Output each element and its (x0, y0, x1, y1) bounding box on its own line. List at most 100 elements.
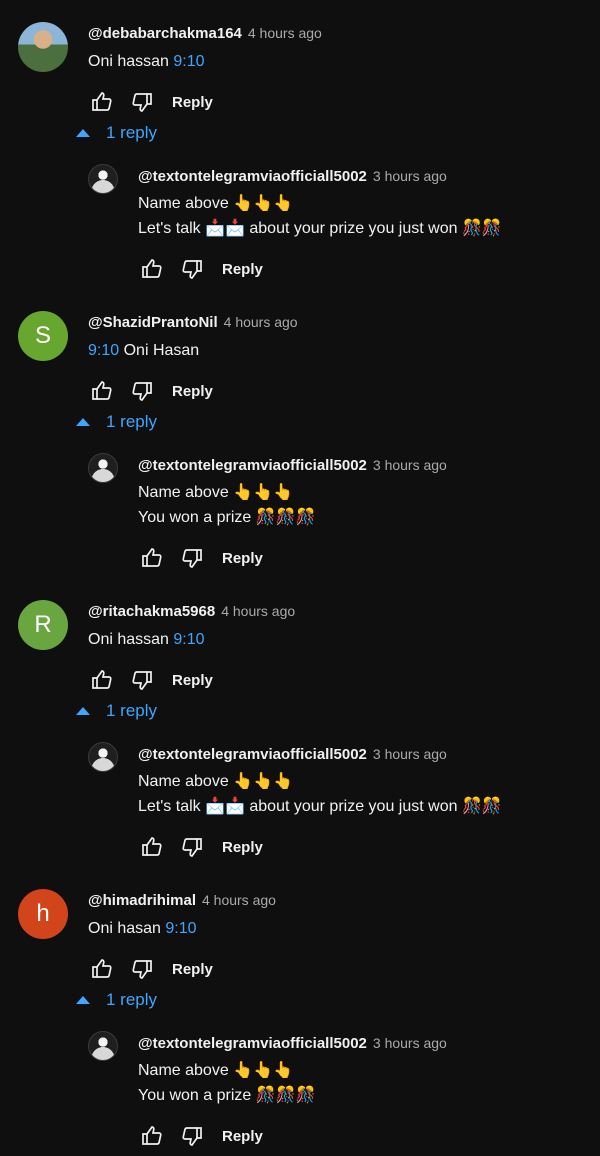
reply-time[interactable]: 3 hours ago (373, 1035, 447, 1051)
video-timestamp-link[interactable]: 9:10 (165, 920, 196, 937)
comment-time[interactable]: 4 hours ago (248, 25, 322, 41)
author-name[interactable]: @ShazidPrantoNil (88, 314, 218, 331)
comment-time[interactable]: 4 hours ago (224, 314, 298, 330)
comment-time[interactable]: 4 hours ago (221, 603, 295, 619)
reply-author[interactable]: @textontelegramviaofficiall5002 (138, 746, 367, 763)
reply-button[interactable]: Reply (172, 94, 213, 111)
replies-toggle[interactable]: 1 reply (76, 986, 157, 1014)
replies-count[interactable]: 1 reply (106, 412, 157, 432)
video-timestamp-link[interactable]: 9:10 (173, 53, 204, 70)
dislike-button[interactable] (178, 256, 205, 283)
reply-author[interactable]: @textontelegramviaofficiall5002 (138, 1035, 367, 1052)
thumbs-up-icon (141, 837, 162, 856)
comment-text-suffix: Oni Hasan (123, 342, 200, 359)
avatar-letter: h (36, 900, 50, 927)
comment-header: @himadrihimal 4 hours ago (88, 889, 578, 911)
comment-header: @ritachakma5968 4 hours ago (88, 600, 578, 622)
like-button[interactable] (138, 834, 165, 861)
reply-time[interactable]: 3 hours ago (373, 168, 447, 184)
like-button[interactable] (138, 256, 165, 283)
thumbs-down-icon (131, 93, 152, 112)
replies-toggle[interactable]: 1 reply (76, 119, 157, 147)
reply-actions: Reply (138, 255, 588, 283)
caret-up-icon (76, 996, 90, 1004)
reply-button[interactable]: Reply (222, 550, 263, 567)
thumbs-up-icon (141, 1126, 162, 1145)
reply-button[interactable]: Reply (222, 261, 263, 278)
comment-actions: Reply (88, 88, 578, 116)
like-button[interactable] (138, 1123, 165, 1150)
thumbs-down-icon (131, 671, 152, 690)
caret-up-icon (76, 129, 90, 137)
reply-avatar[interactable] (88, 742, 118, 772)
reply-button[interactable]: Reply (172, 672, 213, 689)
thumbs-down-icon (131, 960, 152, 979)
dislike-button[interactable] (128, 667, 155, 694)
comment-text-prefix: Oni hassan (88, 53, 169, 70)
reply-avatar[interactable] (88, 1031, 118, 1061)
reply-text-line-2: You won a prize 🎊🎊🎊 (138, 1087, 316, 1104)
reply-actions: Reply (138, 1122, 588, 1150)
like-button[interactable] (88, 378, 115, 405)
author-name[interactable]: @debabarchakma164 (88, 25, 242, 42)
dislike-button[interactable] (128, 89, 155, 116)
replies-count[interactable]: 1 reply (106, 990, 157, 1010)
comment-actions: Reply (88, 955, 578, 983)
comment-text: 9:10 Oni Hasan (88, 338, 578, 363)
dislike-button[interactable] (128, 956, 155, 983)
reply-button[interactable]: Reply (222, 839, 263, 856)
comment-time[interactable]: 4 hours ago (202, 892, 276, 908)
thumbs-up-icon (141, 259, 162, 278)
reply-button[interactable]: Reply (172, 961, 213, 978)
reply-author[interactable]: @textontelegramviaofficiall5002 (138, 457, 367, 474)
like-button[interactable] (88, 89, 115, 116)
reply-body: @textontelegramviaofficiall5002 3 hours a… (138, 1032, 588, 1150)
comment-text: Oni hasan 9:10 (88, 916, 578, 941)
dislike-button[interactable] (128, 378, 155, 405)
reply-text-line-1: Name above 👆👆👆 (138, 484, 293, 501)
thumbs-down-icon (181, 1127, 202, 1146)
reply-header: @textontelegramviaofficiall5002 3 hours a… (138, 454, 588, 476)
reply-text-line-2: You won a prize 🎊🎊🎊 (138, 509, 316, 526)
comment-body: @ShazidPrantoNil 4 hours ago 9:10 Oni Has… (88, 311, 578, 405)
like-button[interactable] (88, 667, 115, 694)
reply-actions: Reply (138, 544, 588, 572)
reply-button[interactable]: Reply (172, 383, 213, 400)
thumbs-up-icon (91, 381, 112, 400)
replies-count[interactable]: 1 reply (106, 123, 157, 143)
reply-text-line-2: Let's talk 📩📩 about your prize you just … (138, 220, 502, 237)
thumbs-up-icon (91, 670, 112, 689)
like-button[interactable] (138, 545, 165, 572)
reply-header: @textontelegramviaofficiall5002 3 hours a… (138, 743, 588, 765)
reply-header: @textontelegramviaofficiall5002 3 hours a… (138, 165, 588, 187)
dislike-button[interactable] (178, 834, 205, 861)
avatar[interactable]: S (18, 311, 68, 361)
like-button[interactable] (88, 956, 115, 983)
author-name[interactable]: @ritachakma5968 (88, 603, 215, 620)
dislike-button[interactable] (178, 545, 205, 572)
reply-avatar[interactable] (88, 453, 118, 483)
dislike-button[interactable] (178, 1123, 205, 1150)
author-name[interactable]: @himadrihimal (88, 892, 196, 909)
reply-time[interactable]: 3 hours ago (373, 457, 447, 473)
replies-count[interactable]: 1 reply (106, 701, 157, 721)
comment-actions: Reply (88, 377, 578, 405)
reply-author[interactable]: @textontelegramviaofficiall5002 (138, 168, 367, 185)
avatar-letter: S (34, 322, 51, 349)
video-timestamp-link[interactable]: 9:10 (173, 631, 204, 648)
reply-avatar[interactable] (88, 164, 118, 194)
thumbs-down-icon (181, 549, 202, 568)
caret-up-icon (76, 418, 90, 426)
comments-feed: @debabarchakma164 4 hours ago Oni hassan … (0, 0, 600, 1156)
replies-toggle[interactable]: 1 reply (76, 408, 157, 436)
comment-text-prefix: Oni hasan (88, 920, 161, 937)
avatar[interactable]: h (18, 889, 68, 939)
thumbs-down-icon (181, 838, 202, 857)
video-timestamp-link[interactable]: 9:10 (88, 342, 119, 359)
reply-time[interactable]: 3 hours ago (373, 746, 447, 762)
reply-text-line-1: Name above 👆👆👆 (138, 195, 293, 212)
reply-button[interactable]: Reply (222, 1128, 263, 1145)
replies-toggle[interactable]: 1 reply (76, 697, 157, 725)
avatar[interactable] (18, 22, 68, 72)
avatar[interactable]: R (18, 600, 68, 650)
